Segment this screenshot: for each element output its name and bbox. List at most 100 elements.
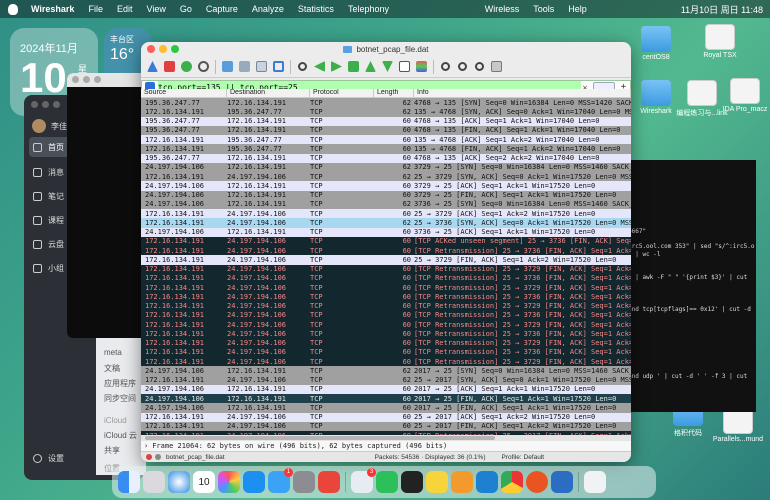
restart-capture-button[interactable] [179, 59, 194, 74]
column-header-source[interactable]: Source [141, 89, 227, 97]
vscode-icon[interactable] [476, 471, 498, 493]
packet-detail-pane[interactable]: › Frame 21064: 62 bytes on wire (496 bit… [141, 441, 631, 451]
terminal-icon[interactable] [401, 471, 423, 493]
colorize-button[interactable] [414, 59, 429, 74]
capture-options-button[interactable] [196, 59, 211, 74]
wireshark-icon[interactable] [551, 471, 573, 493]
packet-row[interactable]: 172.16.134.191 24.197.194.106 TCP 60 25 → 20… [141, 412, 631, 422]
settings-icon[interactable] [293, 471, 315, 493]
settings-button[interactable]: 设置 [33, 453, 64, 464]
packet-row[interactable]: 172.16.134.191 24.197.194.106 TCP 60[TCP Re… [141, 283, 631, 293]
zoom-out-button[interactable] [455, 59, 470, 74]
menu-file[interactable]: File [81, 4, 110, 14]
packet-row[interactable]: 24.197.194.106 172.16.134.191 TCP 62 2017 → … [141, 366, 631, 376]
desktop-icon-centos8[interactable]: centOS8 [626, 26, 686, 61]
packet-row[interactable]: 172.16.134.191 24.197.194.106 TCP 62 25 → 37… [141, 218, 631, 228]
column-header-length[interactable]: Length [374, 89, 414, 97]
packet-row[interactable]: 172.16.134.191 24.197.194.106 TCP 60[TCP Re… [141, 301, 631, 311]
packet-row[interactable]: 172.16.134.191 24.197.194.106 TCP 60[TCP Re… [141, 329, 631, 339]
go-to-packet-button[interactable] [346, 59, 361, 74]
packet-row[interactable]: 172.16.134.191 195.36.247.77 TCP 60 135 → 47… [141, 135, 631, 145]
packet-row[interactable]: 172.16.134.191 24.197.194.106 TCP 60[TCP Re… [141, 320, 631, 330]
calendar-icon[interactable]: 10 [193, 471, 215, 493]
packet-row[interactable]: 24.197.194.106 172.16.134.191 TCP 60 2017 → … [141, 384, 631, 394]
finder-item[interactable]: 共享 [104, 445, 120, 456]
packet-row[interactable]: 172.16.134.191 24.197.194.106 TCP 60[TCP Re… [141, 347, 631, 357]
resize-columns-button[interactable] [489, 59, 504, 74]
status-profile[interactable]: Profile: Default [501, 454, 544, 461]
packet-row[interactable]: 172.16.134.191 24.197.194.106 TCP 60[TCP Re… [141, 357, 631, 367]
menu-analyze[interactable]: Analyze [245, 4, 291, 14]
desktop-icon-parallels[interactable]: Parallels...mund [708, 408, 768, 443]
start-capture-button[interactable] [145, 59, 160, 74]
close-icon[interactable] [147, 45, 155, 53]
finder-icon[interactable] [118, 471, 140, 493]
minimize-icon[interactable] [159, 45, 167, 53]
qqmusic-icon[interactable] [426, 471, 448, 493]
finder-sidebar[interactable]: meta 文稿 应用程序 同步空间 iCloud iCloud 云 共享 位置 [96, 330, 146, 475]
finder-item[interactable]: meta [104, 348, 122, 357]
save-file-button[interactable] [237, 59, 252, 74]
finder-item[interactable]: iCloud 云 [104, 430, 137, 441]
packet-row[interactable]: 172.16.134.191 24.197.194.106 TCP 60[TCP Re… [141, 246, 631, 256]
zoom-in-button[interactable] [438, 59, 453, 74]
packet-row[interactable]: 24.197.194.106 172.16.134.191 TCP 62 3736 → … [141, 199, 631, 209]
chrome-icon[interactable] [501, 471, 523, 493]
packet-row[interactable]: 24.197.194.106 172.16.134.191 TCP 60 3729 → … [141, 190, 631, 200]
mail-icon[interactable]: 1 [268, 468, 293, 493]
packet-row[interactable]: 172.16.134.191 195.36.247.77 TCP 60 135 → 47… [141, 144, 631, 154]
vmware-icon[interactable] [451, 471, 473, 493]
menu-help[interactable]: Help [561, 4, 594, 14]
menu-edit[interactable]: Edit [110, 4, 140, 14]
finder-item[interactable]: 应用程序 [104, 378, 136, 389]
menu-telephony[interactable]: Telephony [341, 4, 396, 14]
column-header-protocol[interactable]: Protocol [310, 89, 374, 97]
wireshark-window[interactable]: botnet_pcap_file.dat tcp.port==135 || tc… [141, 42, 631, 462]
autoscroll-button[interactable] [397, 59, 412, 74]
packet-row[interactable]: 172.16.134.191 24.197.194.106 TCP 60[TCP Re… [141, 310, 631, 320]
normal-size-button[interactable] [472, 59, 487, 74]
window-controls[interactable] [147, 45, 179, 53]
maximize-icon[interactable] [171, 45, 179, 53]
go-forward-button[interactable] [329, 59, 344, 74]
go-back-button[interactable] [312, 59, 327, 74]
ubuntu-icon[interactable] [526, 471, 548, 493]
photos-icon[interactable] [218, 471, 240, 493]
packet-row[interactable]: 195.36.247.77 172.16.134.191 TCP 60 4768 → 1… [141, 116, 631, 126]
menu-tools[interactable]: Tools [526, 4, 561, 14]
menu-capture[interactable]: Capture [199, 4, 245, 14]
last-packet-button[interactable] [380, 59, 395, 74]
finder-item[interactable]: 文稿 [104, 363, 120, 374]
packet-row[interactable]: 172.16.134.191 24.197.194.106 TCP 60[TCP Re… [141, 292, 631, 302]
avatar[interactable] [32, 119, 46, 133]
packet-row[interactable]: 195.36.247.77 172.16.134.191 TCP 60 4768 → 1… [141, 125, 631, 135]
menu-view[interactable]: View [139, 4, 172, 14]
find-packet-button[interactable] [295, 59, 310, 74]
packet-row[interactable]: 172.16.134.191 24.197.194.106 TCP 60 25 → 37… [141, 255, 631, 265]
packet-list[interactable]: Source Destination Protocol Length Info … [141, 89, 631, 435]
packet-row[interactable]: 172.16.134.191 24.197.194.106 TCP 62 25 → 37… [141, 172, 631, 182]
column-header-destination[interactable]: Destination [227, 89, 310, 97]
expert-info-icon[interactable] [146, 454, 152, 460]
column-header-info[interactable]: Info [414, 89, 631, 97]
packet-row[interactable]: 24.197.194.106 172.16.134.191 TCP 60 3729 → … [141, 181, 631, 191]
stop-capture-button[interactable] [162, 59, 177, 74]
packet-row[interactable]: 24.197.194.106 172.16.134.191 TCP 62 3729 → … [141, 162, 631, 172]
maps-icon[interactable]: 3 [351, 468, 376, 493]
desktop-icon-royaltsx[interactable]: Royal TSX [690, 24, 750, 59]
menu-app-name[interactable]: Wireshark [24, 4, 81, 14]
apple-logo-icon[interactable] [8, 3, 18, 15]
trash-icon[interactable] [584, 471, 606, 493]
window-titlebar[interactable]: botnet_pcap_file.dat [141, 42, 631, 56]
packet-row[interactable]: 195.36.247.77 172.16.134.191 TCP 62 4768 → 1… [141, 98, 631, 108]
packet-row[interactable]: 172.16.134.191 24.197.194.106 TCP 60[TCP Re… [141, 264, 631, 274]
close-file-button[interactable] [254, 59, 269, 74]
wechat-icon[interactable] [376, 471, 398, 493]
packet-row[interactable]: 195.36.247.77 172.16.134.191 TCP 60 4768 → 1… [141, 153, 631, 163]
packet-row[interactable]: 172.16.134.191 24.197.194.106 TCP 60 25 → 37… [141, 209, 631, 219]
menu-go[interactable]: Go [173, 4, 199, 14]
expand-arrow-icon[interactable]: › [144, 442, 148, 450]
reload-file-button[interactable] [271, 59, 286, 74]
packet-row[interactable]: 172.16.134.191 195.36.247.77 TCP 62 135 → 47… [141, 107, 631, 117]
window-controls[interactable] [31, 101, 60, 108]
